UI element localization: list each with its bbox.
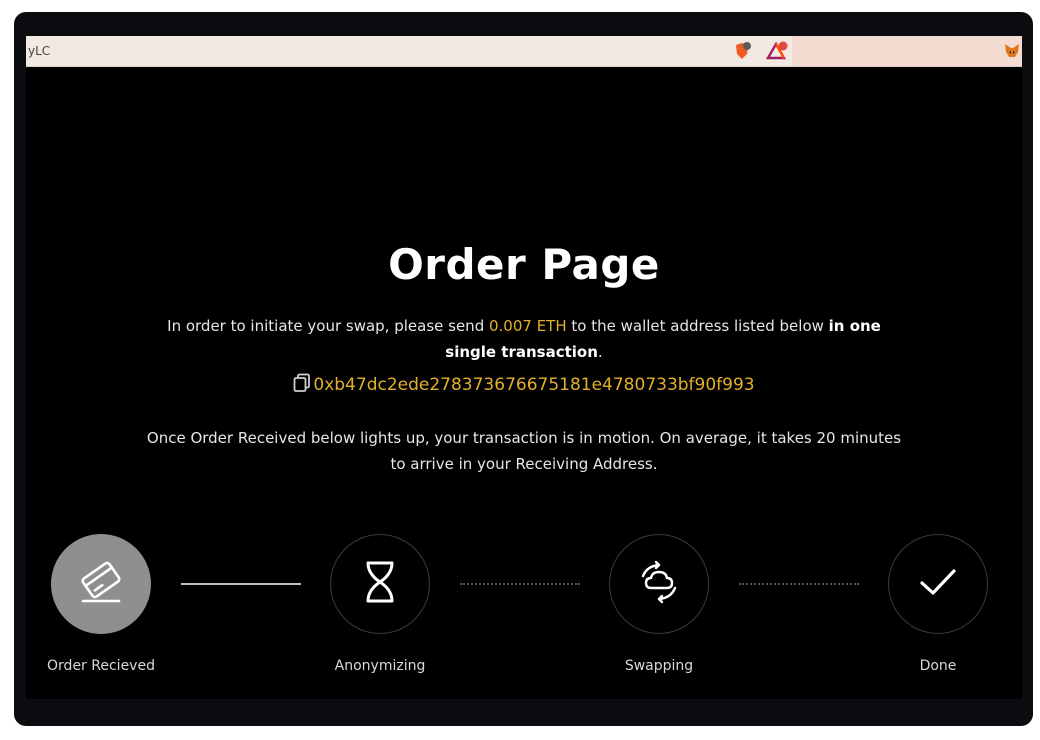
instructions-lead: In order to initiate your swap, please s… xyxy=(167,317,489,335)
step-swapping xyxy=(609,534,709,634)
step-done xyxy=(888,534,988,634)
card-received-icon xyxy=(75,556,127,612)
progress-connector-pending xyxy=(460,583,580,585)
cloud-sync-icon xyxy=(637,560,681,608)
bat-rewards-icon[interactable] xyxy=(765,41,788,61)
browser-window: yLC Order Page In order to initiate your… xyxy=(14,12,1033,726)
checkmark-icon xyxy=(916,560,960,608)
progress-connector-complete xyxy=(181,583,301,585)
instructions-text: In order to initiate your swap, please s… xyxy=(146,313,902,365)
instructions-middle: to the wallet address listed below xyxy=(566,317,829,335)
progress-connector-pending xyxy=(739,583,859,585)
step-label-swapping: Swapping xyxy=(624,658,694,674)
motion-notice: Once Order Received below lights up, you… xyxy=(146,429,902,473)
step-label-anonymizing: Anonymizing xyxy=(334,658,426,674)
address-bar-fragment[interactable]: yLC xyxy=(28,44,50,58)
step-anonymizing xyxy=(330,534,430,634)
send-amount: 0.007 ETH xyxy=(488,317,567,335)
page-title: Order Page xyxy=(388,240,660,289)
brave-shield-icon[interactable] xyxy=(732,41,752,61)
copy-icon[interactable] xyxy=(293,373,311,393)
browser-toolbar: yLC xyxy=(26,36,1022,67)
toolbar-extension-area xyxy=(792,36,1022,66)
wallet-address[interactable]: 0xb47dc2ede278373676675181e4780733bf90f9… xyxy=(313,375,754,395)
step-label-done: Done xyxy=(919,658,957,674)
wallet-address-row[interactable]: 0xb47dc2ede278373676675181e4780733bf90f9… xyxy=(26,373,1022,395)
metamask-fox-icon[interactable] xyxy=(1002,41,1022,61)
step-label-order-received: Order Recieved xyxy=(47,658,155,674)
step-order-received xyxy=(51,534,151,634)
hourglass-icon xyxy=(360,560,400,608)
instructions-end: . xyxy=(597,343,603,361)
order-page: Order Page In order to initiate your swa… xyxy=(26,67,1022,699)
